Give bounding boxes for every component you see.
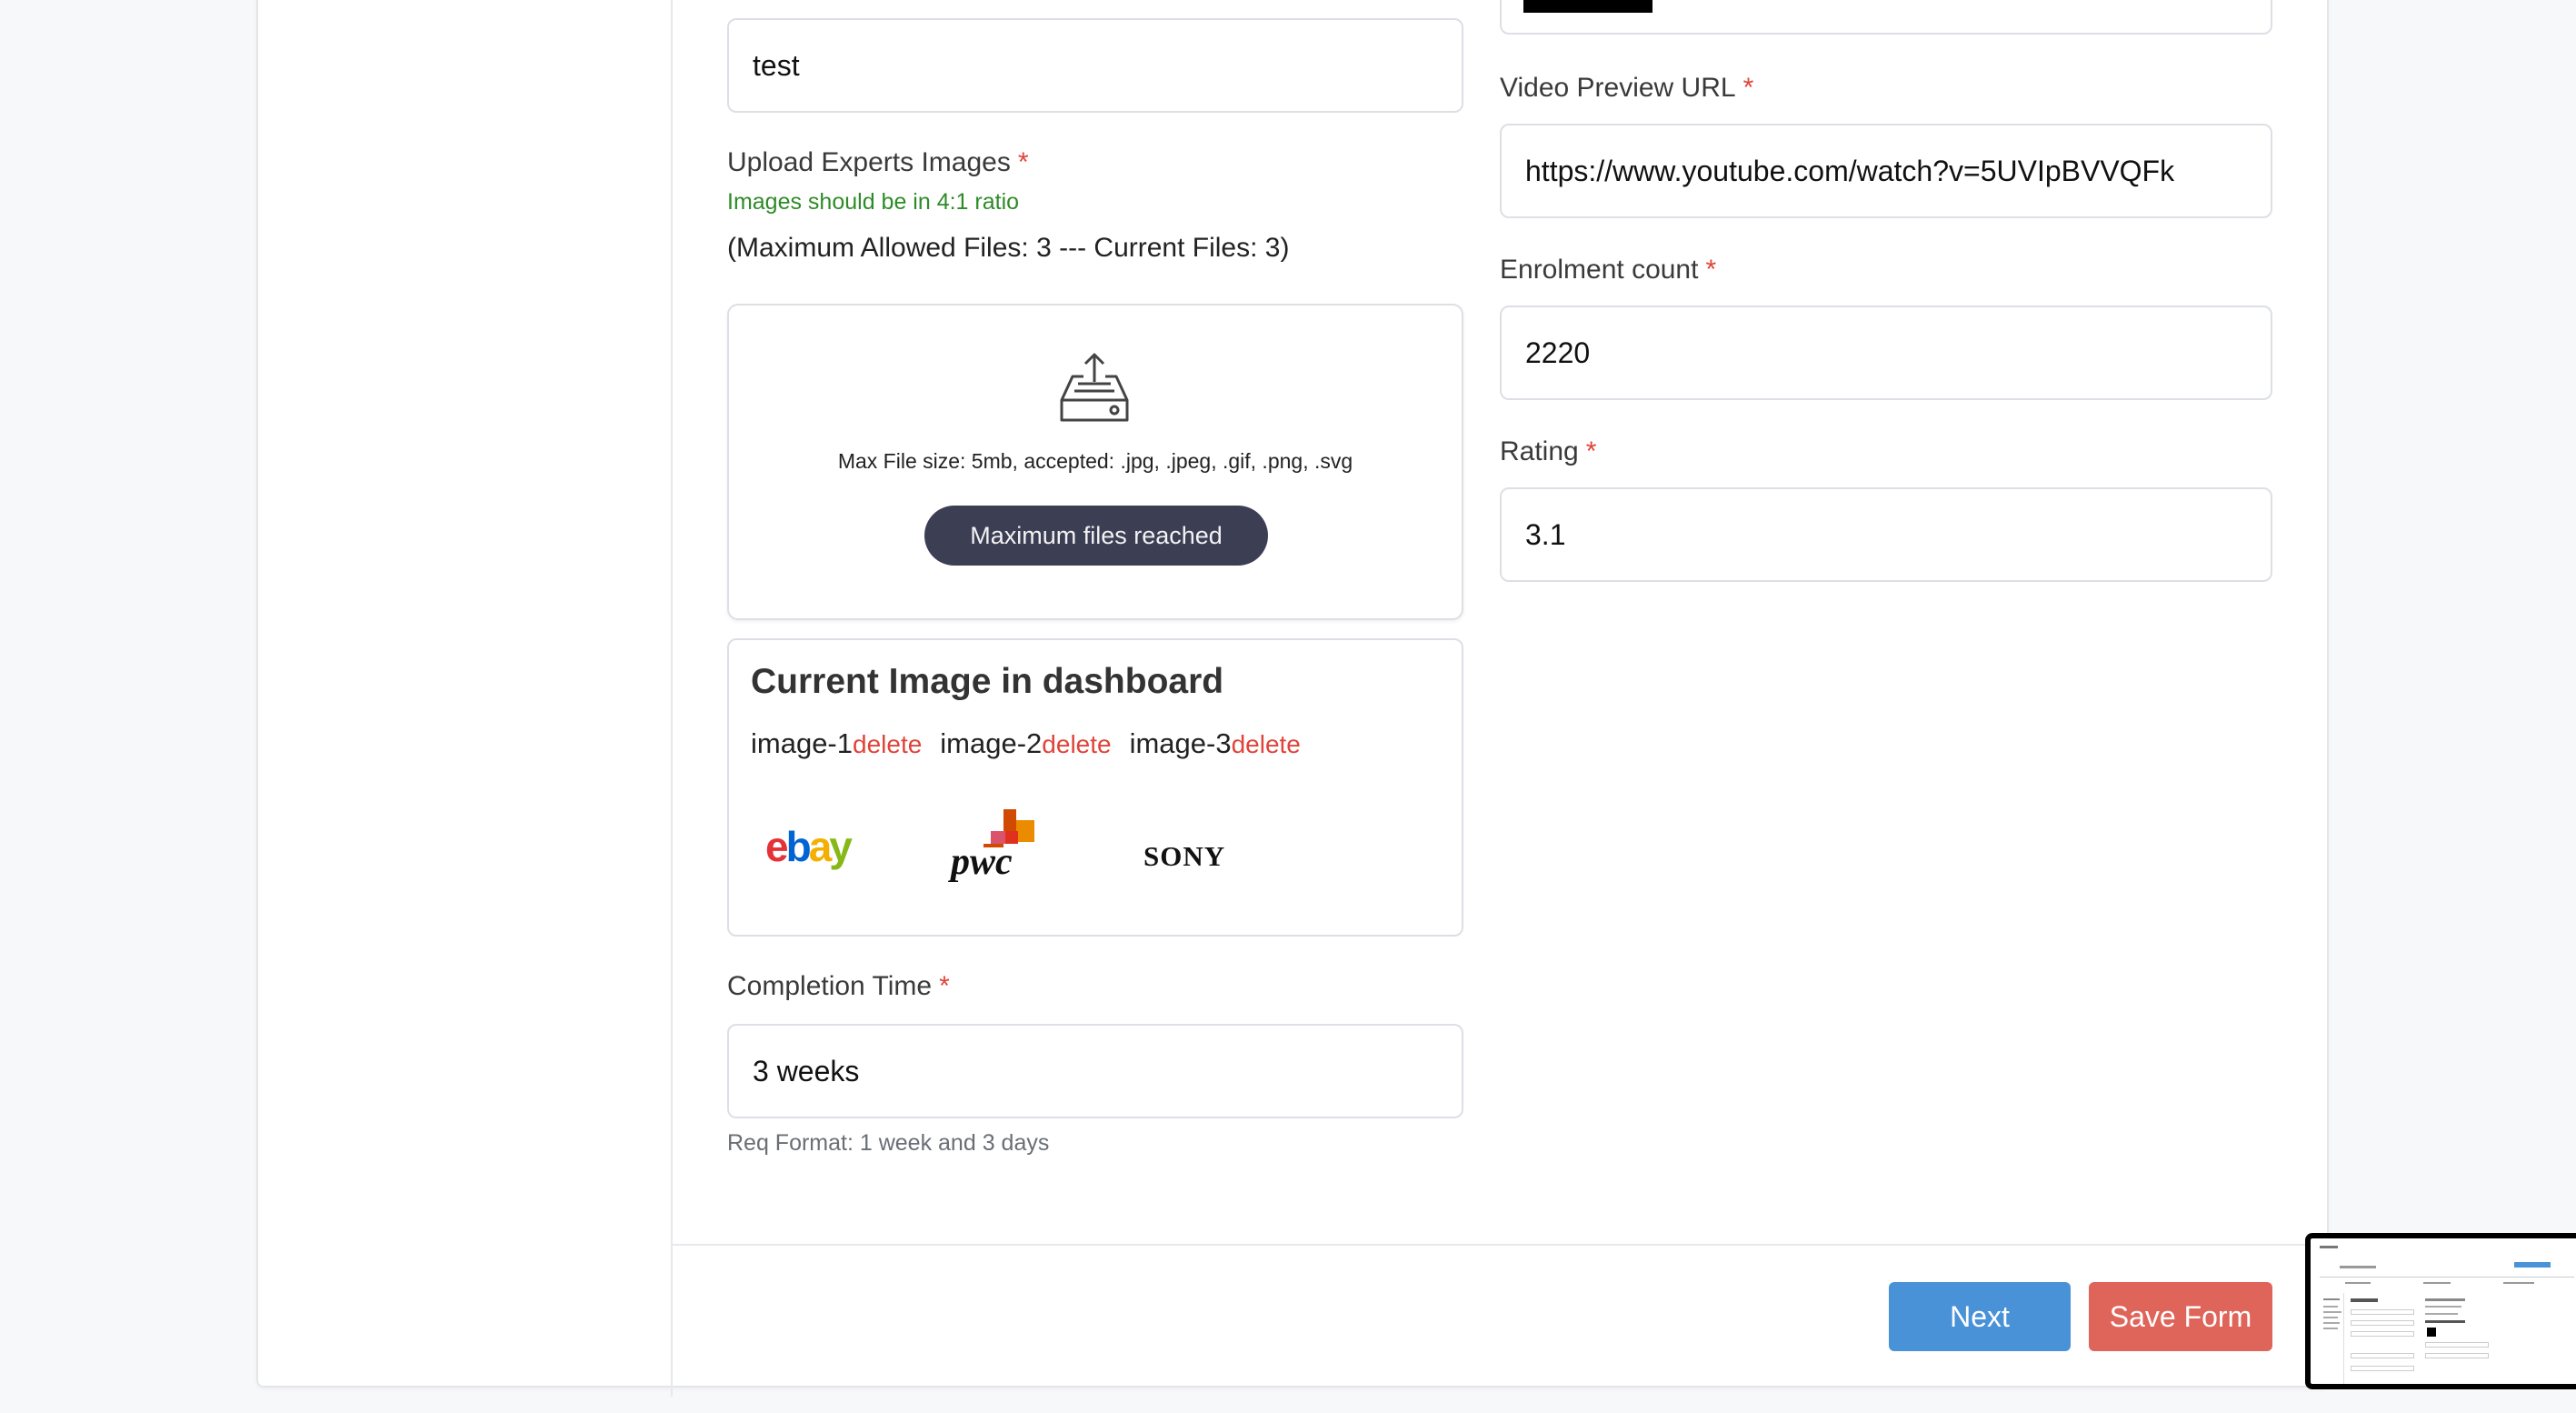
page-thumbnail-preview[interactable] (2305, 1233, 2576, 1389)
dropzone-info: Max File size: 5mb, accepted: .jpg, .jpe… (837, 449, 1353, 473)
rating-label: Rating * (1500, 436, 1597, 466)
rating-value: 3.1 (1525, 517, 1566, 551)
current-images-title: Current Image in dashboard (751, 662, 1224, 701)
required-marker: * (1705, 255, 1717, 285)
upload-label: Upload Experts Images * (727, 147, 1029, 177)
upload-tray-icon (1060, 353, 1129, 422)
required-marker: * (1742, 73, 1754, 103)
completion-time-hint: Req Format: 1 week and 3 days (727, 1130, 1050, 1156)
delete-image-1-link[interactable]: delete (853, 730, 922, 759)
image-item: image-1 delete (751, 727, 923, 759)
save-form-button[interactable]: Save Form (2089, 1282, 2272, 1351)
enrolment-label: Enrolment count * (1500, 255, 1717, 285)
sidebar-divider (671, 0, 673, 1397)
enrolment-value: 2220 (1525, 336, 1591, 369)
video-preview-value: https://www.youtube.com/watch?v=5UVIpBVV… (1525, 154, 2175, 187)
video-preview-label: Video Preview URL * (1500, 73, 1754, 103)
required-marker: * (1017, 147, 1029, 177)
rating-input[interactable]: 3.1 (1500, 487, 2272, 582)
title-input[interactable]: test (727, 18, 1463, 113)
current-images-panel: Current Image in dashboard image-1 delete… (727, 638, 1463, 937)
image-preview-thumb (1523, 0, 1652, 13)
enrolment-input[interactable]: 2220 (1500, 306, 2272, 400)
max-files-button[interactable]: Maximum files reached (924, 506, 1268, 566)
sony-logo: SONY (1143, 840, 1226, 872)
completion-time-label: Completion Time * (727, 971, 950, 1001)
delete-image-2-link[interactable]: delete (1042, 730, 1111, 759)
pwc-logo: pwc (951, 809, 1060, 891)
completion-time-input[interactable]: 3 weeks (727, 1024, 1463, 1118)
image-item: image-3 delete (1129, 727, 1301, 759)
file-dropzone[interactable]: Max File size: 5mb, accepted: .jpg, .jpe… (727, 304, 1463, 620)
required-marker: * (1585, 436, 1597, 466)
required-marker: * (939, 971, 950, 1001)
footer-divider (673, 1244, 2327, 1246)
ebay-logo: ebay (765, 823, 853, 870)
delete-image-3-link[interactable]: delete (1232, 730, 1301, 759)
image-list: image-1 delete image-2 delete image-3 delet… (751, 727, 1319, 760)
completion-time-value: 3 weeks (753, 1054, 860, 1087)
title-input-value: test (753, 48, 800, 82)
max-files-info: (Maximum Allowed Files: 3 --- Current Fi… (727, 233, 1290, 263)
image-item: image-2 delete (940, 727, 1112, 759)
ratio-hint: Images should be in 4:1 ratio (727, 189, 1020, 215)
next-button[interactable]: Next (1889, 1282, 2071, 1351)
video-preview-input[interactable]: https://www.youtube.com/watch?v=5UVIpBVV… (1500, 124, 2272, 218)
